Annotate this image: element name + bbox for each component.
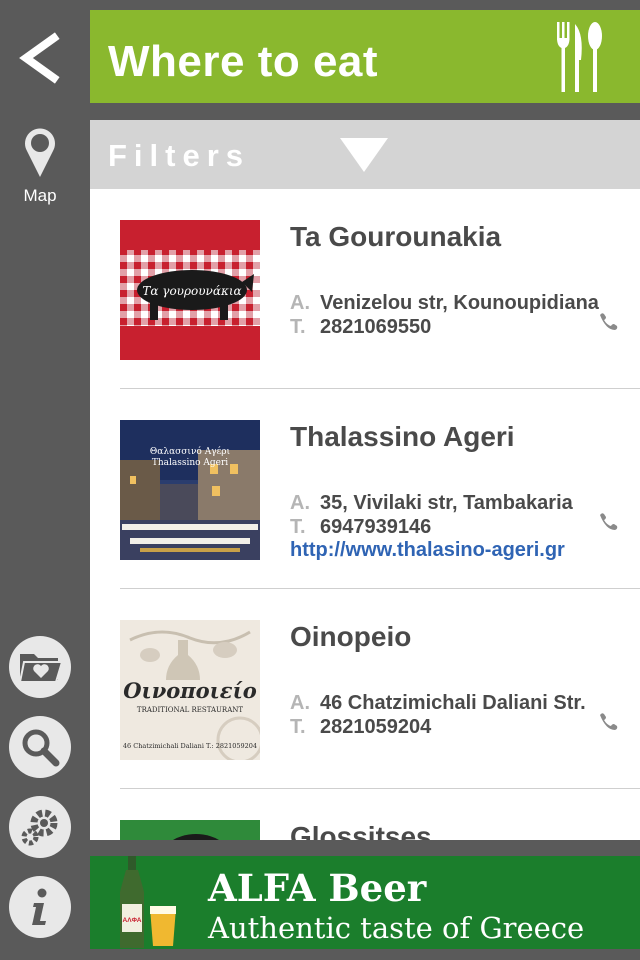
restaurant-phone[interactable]: T. 2821069550 xyxy=(290,317,431,337)
restaurant-name: Ta Gourounakia xyxy=(290,221,502,252)
logo-text: Thalassino Ageri xyxy=(152,458,228,468)
list-item[interactable]: Τα γουρουνάκια Ta Gourounakia A. Venizelo… xyxy=(90,189,640,389)
phone-icon[interactable] xyxy=(596,509,620,533)
page-title: Where to eat xyxy=(108,37,379,86)
bottle-label-text: ΑΛΦΑ xyxy=(123,917,142,924)
ad-title: ALFA Beer xyxy=(208,866,427,910)
restaurant-name: Thalassino Ageri xyxy=(290,421,515,452)
restaurant-thumbnail: Οινοποιείο TRADITIONAL RESTAURANT 46 Cha… xyxy=(120,620,260,760)
map-label: Map xyxy=(23,186,57,205)
restaurant-phone[interactable]: T. 2821059204 xyxy=(290,717,431,737)
logo-text: Οινοποιείο xyxy=(123,678,257,703)
list-item[interactable]: Θαλασσινό Αγέρι Thalassino Ageri Thalass… xyxy=(90,389,640,589)
restaurant-thumbnail: Τα γουρουνάκια xyxy=(120,220,260,360)
beer-bottle-icon: ΑΛΦΑ xyxy=(120,856,176,948)
ad-banner[interactable]: ΑΛΦΑ ALFA Beer Authentic taste of Greece xyxy=(90,856,640,949)
map-pin-icon xyxy=(25,128,55,177)
back-arrow-icon xyxy=(19,32,60,84)
restaurant-address: A. 46 Chatzimichali Daliani Str. xyxy=(290,692,586,714)
restaurant-list: Τα γουρουνάκια Ta Gourounakia A. Venizelo… xyxy=(90,189,640,840)
logo-text: Τα γουρουνάκια xyxy=(142,284,241,298)
restaurant-website-link[interactable]: http://www.thalasino-ageri.gr xyxy=(290,540,565,560)
favorites-button[interactable] xyxy=(9,636,71,698)
dropdown-triangle-icon xyxy=(340,138,388,172)
header-bar: Where to eat xyxy=(90,10,640,103)
info-button[interactable] xyxy=(9,876,71,938)
restaurant-address: A. 35, Vivilaki str, Tambakaria xyxy=(290,492,573,514)
favorites-folder-icon xyxy=(18,654,62,683)
logo-text: 46 Chatzimichali Daliani T.: 2821059204 xyxy=(123,742,257,750)
sidebar: Map xyxy=(0,0,90,960)
restaurant-name: Glossitses xyxy=(290,821,432,841)
phone-icon[interactable] xyxy=(596,309,620,333)
restaurant-thumbnail xyxy=(120,820,260,840)
restaurant-thumbnail: Θαλασσινό Αγέρι Thalassino Ageri xyxy=(120,420,260,560)
filters-label: Filters xyxy=(108,138,251,173)
settings-gear-icon xyxy=(21,809,58,846)
settings-button[interactable] xyxy=(9,796,71,858)
back-button[interactable] xyxy=(14,30,74,86)
info-icon xyxy=(32,888,47,925)
restaurant-address: A. Venizelou str, Kounoupidiana xyxy=(290,292,599,314)
ad-subtitle: Authentic taste of Greece xyxy=(208,911,585,945)
list-item[interactable]: Οινοποιείο TRADITIONAL RESTAURANT 46 Cha… xyxy=(90,589,640,789)
map-button[interactable]: Map xyxy=(15,125,65,205)
search-button[interactable] xyxy=(9,716,71,778)
logo-text: TRADITIONAL RESTAURANT xyxy=(137,706,243,714)
search-icon xyxy=(22,729,60,767)
phone-icon[interactable] xyxy=(596,709,620,733)
filters-bar[interactable]: Filters xyxy=(90,120,640,189)
restaurant-name: Oinopeio xyxy=(290,621,412,652)
list-item[interactable]: Glossitses xyxy=(90,789,640,840)
restaurant-phone[interactable]: T. 6947939146 xyxy=(290,517,431,537)
cutlery-icon xyxy=(557,22,602,92)
logo-text: Θαλασσινό Αγέρι xyxy=(150,446,231,457)
